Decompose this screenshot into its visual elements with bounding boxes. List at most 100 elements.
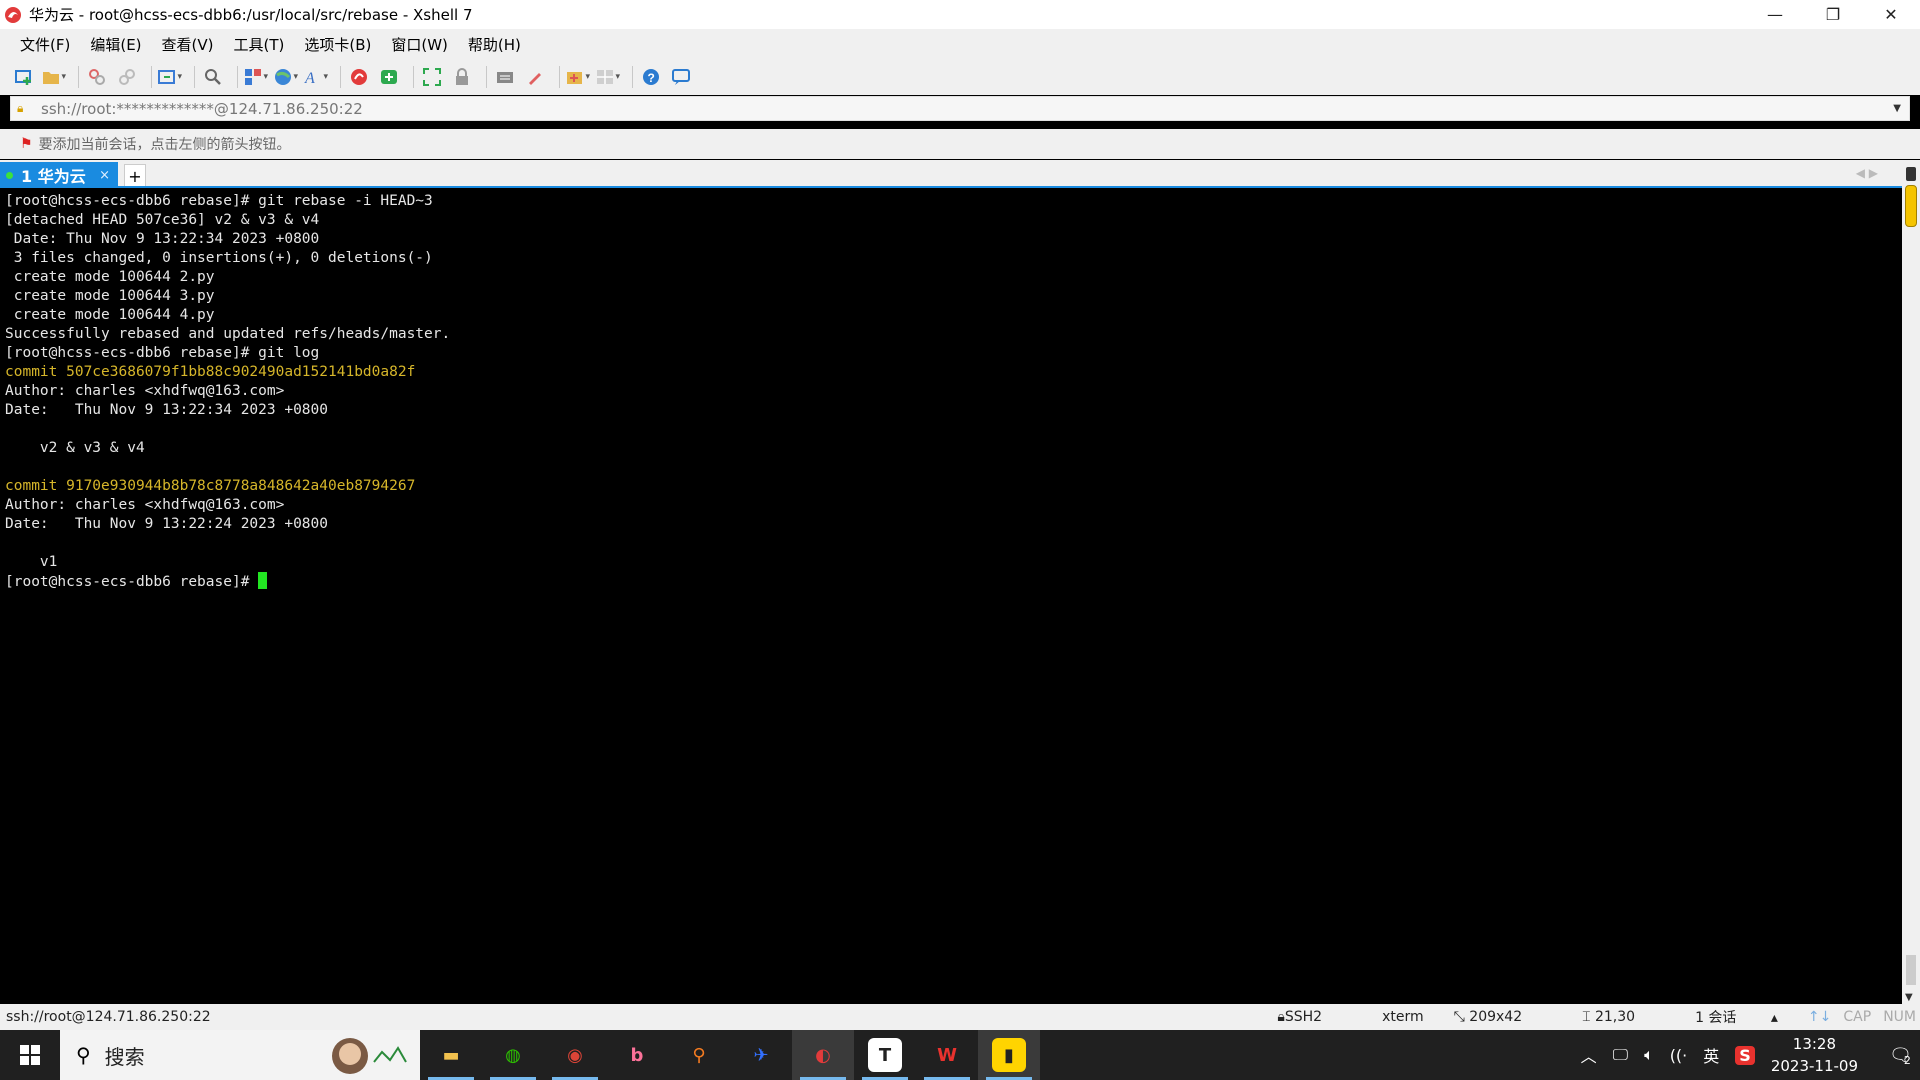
taskbar-app-button[interactable]: b	[606, 1030, 668, 1080]
bookmark-flag-icon[interactable]: ⚑	[20, 136, 33, 152]
notification-center-button[interactable]: 🗨︎ 2	[1880, 1030, 1920, 1080]
toolbar-separator	[340, 66, 341, 88]
terminal-line: [root@hcss-ecs-dbb6 rebase]# git log	[5, 345, 320, 361]
menu-help[interactable]: 帮助(H)	[468, 34, 521, 55]
taskbar-app-button[interactable]: ▮	[978, 1030, 1040, 1080]
wps-icon: W	[937, 1044, 957, 1066]
terminal-prompt: [root@hcss-ecs-dbb6 rebase]#	[5, 574, 259, 590]
taskbar-app-button[interactable]: ▬	[420, 1030, 482, 1080]
scrollbar-thumb[interactable]	[1905, 185, 1917, 227]
connected-status-icon	[6, 171, 13, 179]
xshell-logo-icon	[3, 5, 23, 25]
find-icon[interactable]	[201, 65, 225, 89]
sogou-ime-icon[interactable]: S	[1735, 1045, 1755, 1065]
taskbar-app-button[interactable]: T	[854, 1030, 916, 1080]
menu-file[interactable]: 文件(F)	[20, 34, 70, 55]
taskbar-app-button[interactable]: W	[916, 1030, 978, 1080]
notification-count: 2	[1903, 1053, 1911, 1067]
new-session-icon[interactable]	[12, 65, 36, 89]
status-connection: ssh://root@124.71.86.250:22	[6, 1009, 211, 1025]
search-label: 搜索	[104, 1044, 145, 1069]
scrollbar-track[interactable]	[1906, 955, 1916, 985]
close-button[interactable]: ✕	[1862, 0, 1920, 29]
clock[interactable]: 13:28 2023-11-09	[1771, 1033, 1858, 1077]
menu-tools[interactable]: 工具(T)	[234, 34, 285, 55]
tab-bar: 1 华为云 × + ◀ ▶	[0, 160, 1920, 188]
taskbar-app-button[interactable]: ⚲	[668, 1030, 730, 1080]
tray-chevron-up-icon[interactable]: ︿	[1581, 1043, 1597, 1067]
status-bar: ssh://root@124.71.86.250:22 🔒︎SSH2 xterm…	[0, 1004, 1920, 1030]
vertical-scrollbar[interactable]: ▼	[1902, 165, 1920, 1005]
tab-scroll-arrows[interactable]: ◀ ▶	[1856, 166, 1878, 180]
globe-icon[interactable]	[274, 65, 298, 89]
tab-label: 1 华为云	[21, 167, 86, 186]
tab-close-icon[interactable]: ×	[99, 168, 110, 183]
terminal-line: create mode 100644 3.py	[5, 288, 215, 304]
title-bar: 华为云 - root@hcss-ecs-dbb6:/usr/local/src/…	[0, 0, 1920, 29]
terminal-cursor	[258, 572, 268, 589]
terminal-line: Date: Thu Nov 9 13:22:34 2023 +0800	[5, 402, 329, 418]
toolbar-separator	[559, 66, 560, 88]
tile-icon[interactable]	[596, 65, 620, 89]
fullscreen-icon[interactable]	[420, 65, 444, 89]
taskbar-app-button[interactable]: ◍	[482, 1030, 544, 1080]
connect-icon[interactable]	[85, 65, 109, 89]
terminal-area[interactable]: [root@hcss-ecs-dbb6 rebase]# git rebase …	[0, 188, 1900, 1004]
clock-time: 13:28	[1792, 1035, 1837, 1053]
windows-start-button[interactable]	[0, 1030, 60, 1080]
xshell-app-icon[interactable]	[347, 65, 371, 89]
status-sessions[interactable]: 1 会话 ▴	[1695, 1007, 1778, 1027]
add-tab-button[interactable]: +	[124, 164, 146, 188]
status-cursor: ⌶ 21,30	[1582, 1009, 1636, 1025]
search-icon: ⚲	[76, 1043, 91, 1067]
help-icon[interactable]: ?	[639, 65, 663, 89]
address-bar[interactable]: 🔒︎ ssh://root:*************@124.71.86.25…	[10, 96, 1910, 121]
ime-indicator[interactable]: 英	[1703, 1043, 1719, 1067]
network-icon[interactable]: 🖵︎	[1613, 1045, 1628, 1065]
xshell-icon: ◐	[815, 1044, 831, 1066]
search-app-icon: ⚲	[692, 1044, 706, 1066]
terminal-line: create mode 100644 4.py	[5, 307, 215, 323]
system-tray: ︿ 🖵︎ 🔈︎ ((· 英 S 13:28 2023-11-09 🗨︎ 2	[1581, 1030, 1920, 1080]
volume-icon[interactable]: 🔈︎	[1644, 1045, 1654, 1065]
chrome-icon: ◉	[567, 1044, 583, 1066]
layout-icon[interactable]	[244, 65, 268, 89]
chevron-down-icon[interactable]: ▼	[1893, 103, 1901, 114]
disconnect-icon[interactable]	[115, 65, 139, 89]
scroll-down-arrow-icon[interactable]: ▼	[1905, 992, 1913, 1003]
terminal-line: commit 507ce3686079f1bb88c902490ad152141…	[5, 364, 416, 380]
terminal-line: v1	[5, 554, 58, 570]
status-size: ⤡ 209x42	[1453, 1009, 1523, 1025]
taskbar-search[interactable]: ⚲ 搜索	[60, 1030, 420, 1080]
open-folder-icon[interactable]	[42, 65, 66, 89]
menu-window[interactable]: 窗口(W)	[391, 34, 448, 55]
wifi-icon[interactable]: ((·	[1670, 1046, 1688, 1065]
restore-button[interactable]: ❐	[1804, 0, 1862, 29]
taskbar-app-button[interactable]: ◐	[792, 1030, 854, 1080]
terminal-line: Date: Thu Nov 9 13:22:24 2023 +0800	[5, 516, 329, 532]
toolbar-separator	[486, 66, 487, 88]
terminal-line: Author: charles <xhdfwq@163.com>	[5, 383, 285, 399]
menu-edit[interactable]: 编辑(E)	[90, 34, 141, 55]
highlight-icon[interactable]	[523, 65, 547, 89]
toolbar: A ?	[0, 59, 1920, 95]
terminal-line: create mode 100644 2.py	[5, 269, 215, 285]
taskbar-app-button[interactable]: ◉	[544, 1030, 606, 1080]
script-icon[interactable]	[566, 65, 590, 89]
status-num: NUM	[1883, 1009, 1916, 1025]
new-tab-icon[interactable]	[158, 65, 182, 89]
terminal-line: [root@hcss-ecs-dbb6 rebase]# git rebase …	[5, 193, 433, 209]
lock-icon[interactable]	[450, 65, 474, 89]
xftp-icon[interactable]	[377, 65, 401, 89]
font-icon[interactable]: A	[304, 65, 328, 89]
keyboard-icon[interactable]	[493, 65, 517, 89]
toolbar-separator	[237, 66, 238, 88]
minimize-button[interactable]: —	[1746, 0, 1804, 29]
status-cursor-label: 21,30	[1594, 1009, 1636, 1025]
search-highlight-art	[322, 1032, 412, 1078]
chat-icon[interactable]	[669, 65, 693, 89]
tab-huaweicloud[interactable]: 1 华为云 ×	[0, 162, 118, 188]
taskbar-app-button[interactable]: ✈	[730, 1030, 792, 1080]
menu-view[interactable]: 查看(V)	[162, 34, 214, 55]
menu-tabs[interactable]: 选项卡(B)	[304, 34, 371, 55]
